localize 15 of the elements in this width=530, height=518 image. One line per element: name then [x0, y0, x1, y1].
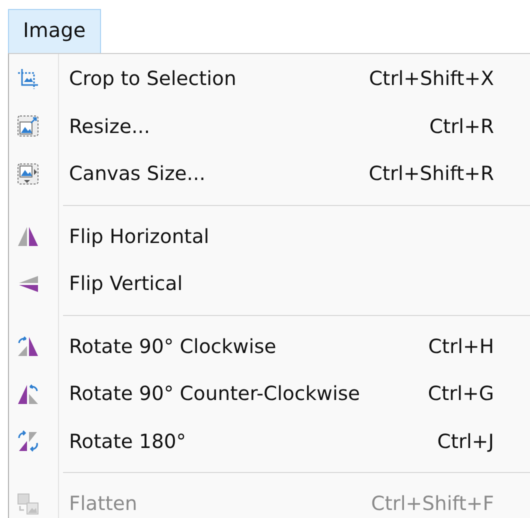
- menu-item[interactable]: Flip Horizontal: [9, 212, 530, 260]
- menu-item[interactable]: Rotate 90° Clockwise Ctrl+H: [9, 322, 530, 370]
- rotate-clockwise-icon: [16, 334, 40, 358]
- menu-item[interactable]: Crop to Selection Ctrl+Shift+X: [9, 55, 530, 102]
- canvas-icon: [16, 162, 40, 186]
- rotate-counterclockwise-icon: [16, 382, 40, 406]
- menu-title[interactable]: Image: [8, 9, 101, 54]
- menu-item[interactable]: Flip Vertical: [9, 260, 530, 308]
- menu-item[interactable]: Canvas Size... Ctrl+Shift+R: [9, 150, 530, 198]
- menu-item[interactable]: Rotate 90° Counter-Clockwise Ctrl+G: [9, 370, 530, 418]
- rotate-half-turn-icon: [16, 429, 40, 454]
- menu-item[interactable]: Resize... Ctrl+R: [9, 102, 530, 150]
- crop-icon: [16, 66, 40, 91]
- resize-icon: [16, 114, 40, 138]
- menu-item[interactable]: Rotate 180° Ctrl+J: [9, 418, 530, 465]
